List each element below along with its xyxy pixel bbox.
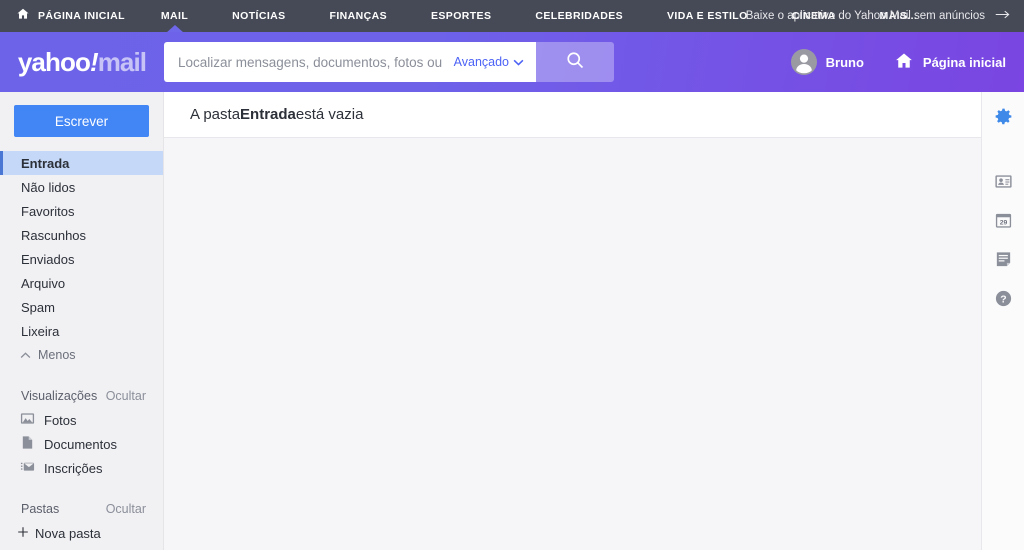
view-label: Fotos: [44, 412, 77, 428]
topnav-label: PÁGINA INICIAL: [38, 10, 125, 22]
folders-section-header: Pastas Ocultar: [0, 502, 163, 516]
search-bar: Avançado: [164, 42, 614, 82]
sidebar-folder-arquivo[interactable]: Arquivo: [0, 271, 163, 295]
folder-label: Rascunhos: [21, 227, 87, 243]
search-icon: [565, 50, 585, 75]
topnav-item-mail[interactable]: MAIL: [139, 0, 210, 33]
sidebar-folder-spam[interactable]: Spam: [0, 295, 163, 319]
topnav-item-esportes[interactable]: ESPORTES: [409, 0, 513, 32]
document-icon: [20, 435, 35, 453]
empty-message-folder-name: Entrada: [240, 106, 296, 123]
folder-label: Enviados: [21, 251, 75, 267]
photo-icon: [20, 411, 35, 429]
app-promo-link[interactable]: Baixe o aplicativo do Yahoo Mail sem anú…: [746, 9, 1010, 23]
folder-label: Não lidos: [21, 179, 76, 195]
views-section-title: Visualizações: [21, 389, 98, 403]
help-icon[interactable]: ?: [991, 286, 1015, 310]
show-less-label: Menos: [38, 348, 76, 362]
account-menu[interactable]: Bruno: [790, 49, 864, 75]
topnav-label: NOTÍCIAS: [232, 10, 286, 22]
sidebar-view-inscricoes[interactable]: Inscrições: [0, 456, 163, 480]
folder-label: Entrada: [21, 155, 70, 171]
folders-section-title: Pastas: [21, 502, 60, 516]
folders-hide-toggle[interactable]: Ocultar: [106, 502, 146, 516]
empty-message-suffix: está vazia: [295, 106, 364, 123]
logo-brand: yahoo: [17, 46, 91, 77]
empty-folder-message: A pasta Entrada está vazia: [164, 92, 981, 138]
empty-message-prefix: A pasta: [190, 106, 241, 123]
message-list-area: [164, 138, 981, 550]
app-body: Escrever Entrada Não lidos Favoritos Ras…: [0, 92, 1024, 550]
topnav-home-icon-wrap[interactable]: [16, 7, 30, 26]
search-submit-button[interactable]: [536, 42, 614, 82]
topnav-item-financas[interactable]: FINANÇAS: [308, 0, 409, 32]
topnav-label: MAIL: [160, 10, 189, 22]
search-input-wrap: Avançado: [164, 42, 536, 82]
help-question-mark: ?: [1000, 294, 1006, 305]
compose-button[interactable]: Escrever: [14, 105, 149, 137]
search-input[interactable]: [178, 54, 446, 70]
logo-bang: !: [89, 46, 99, 77]
app-promo-label: Baixe o aplicativo do Yahoo Mail sem anú…: [745, 10, 985, 22]
topnav-item-noticias[interactable]: NOTÍCIAS: [210, 0, 307, 32]
view-label: Inscrições: [44, 460, 103, 476]
topnav-label: ESPORTES: [430, 10, 492, 22]
folder-label: Favoritos: [21, 203, 75, 219]
view-label: Documentos: [44, 436, 117, 452]
sidebar-folder-entrada[interactable]: Entrada: [0, 151, 163, 175]
header-right-actions: Bruno Página inicial: [790, 49, 1006, 75]
sidebar-view-fotos[interactable]: Fotos: [0, 408, 163, 432]
advanced-search-label: Avançado: [453, 55, 509, 69]
new-folder-button[interactable]: Nova pasta: [0, 521, 163, 545]
sidebar-folder-rascunhos[interactable]: Rascunhos: [0, 223, 163, 247]
calendar-day-number: 29: [999, 219, 1007, 226]
folder-label: Lixeira: [21, 323, 60, 339]
topnav-label: CELEBRIDADES: [535, 10, 624, 22]
account-name-label: Bruno: [825, 54, 864, 70]
right-rail: 29 ?: [981, 92, 1024, 550]
views-hide-toggle[interactable]: Ocultar: [106, 389, 146, 403]
sidebar: Escrever Entrada Não lidos Favoritos Ras…: [0, 92, 164, 550]
home-link[interactable]: Página inicial: [894, 51, 1006, 74]
yahoo-mail-logo[interactable]: yahoo! mail: [0, 47, 164, 78]
top-navigation-bar: PÁGINA INICIAL MAIL NOTÍCIAS FINANÇAS ES…: [0, 0, 1024, 33]
sidebar-view-documentos[interactable]: Documentos: [0, 432, 163, 456]
home-icon: [894, 51, 914, 74]
sidebar-folder-enviados[interactable]: Enviados: [0, 247, 163, 271]
chevron-down-icon: [513, 55, 524, 69]
folder-label: Spam: [21, 299, 55, 315]
main-content: A pasta Entrada está vazia: [164, 92, 981, 550]
subscriptions-icon: [20, 459, 35, 477]
chevron-up-icon: [20, 348, 31, 362]
home-icon: [16, 7, 30, 26]
sidebar-folder-lixeira[interactable]: Lixeira: [0, 319, 163, 343]
show-less-toggle[interactable]: Menos: [0, 343, 163, 367]
logo-product: mail: [97, 46, 147, 77]
calendar-icon[interactable]: 29: [991, 208, 1015, 232]
settings-gear-icon[interactable]: [991, 104, 1015, 128]
contacts-icon[interactable]: [991, 169, 1015, 193]
new-folder-label: Nova pasta: [35, 525, 101, 541]
plus-icon: [17, 526, 29, 541]
topnav-label: VIDA E ESTILO: [667, 10, 748, 22]
views-section-header: Visualizações Ocultar: [0, 389, 163, 403]
user-avatar-icon: [790, 49, 817, 75]
arrow-right-icon: [995, 9, 1010, 23]
folder-label: Arquivo: [21, 275, 66, 291]
topnav-item-pagina-inicial[interactable]: PÁGINA INICIAL: [30, 0, 139, 32]
topnav-item-celebridades[interactable]: CELEBRIDADES: [513, 0, 645, 32]
notepad-icon[interactable]: [991, 247, 1015, 271]
topnav-label: FINANÇAS: [329, 10, 387, 22]
app-header: yahoo!mail Avançado: [0, 32, 1024, 92]
sidebar-folder-nao-lidos[interactable]: Não lidos: [0, 175, 163, 199]
advanced-search-toggle[interactable]: Avançado: [454, 55, 524, 69]
home-link-label: Página inicial: [922, 54, 1006, 70]
sidebar-folder-favoritos[interactable]: Favoritos: [0, 199, 163, 223]
